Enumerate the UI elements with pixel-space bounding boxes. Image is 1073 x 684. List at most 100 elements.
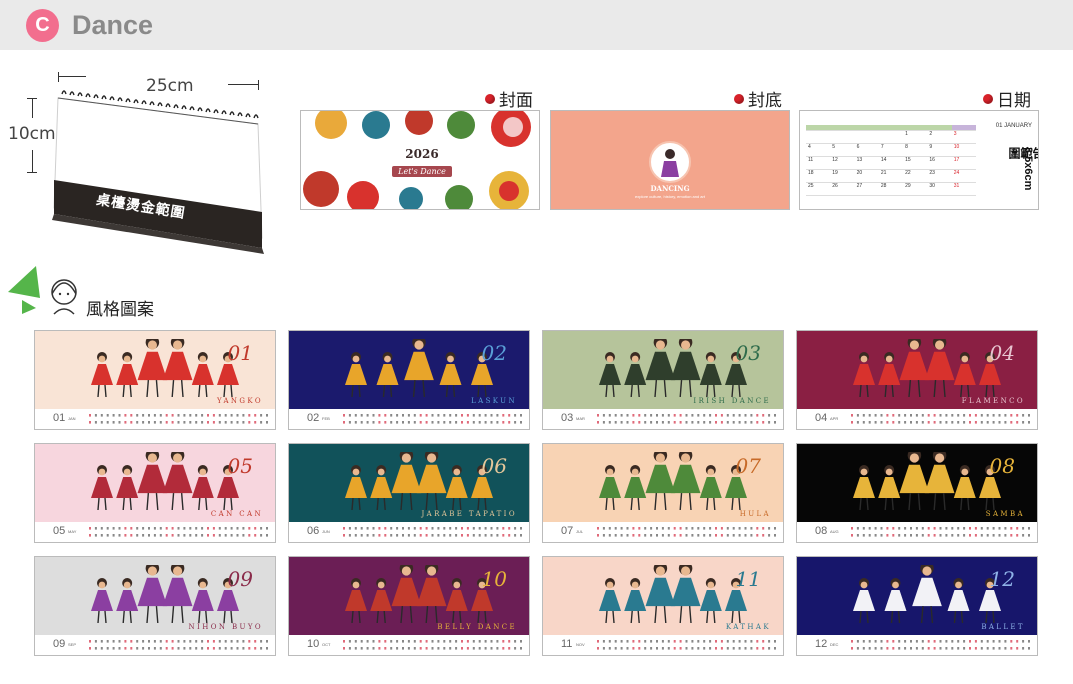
day-mark: [514, 640, 517, 643]
date-cell: [878, 130, 904, 144]
day-mark: [260, 421, 263, 424]
day-mark: [726, 527, 729, 530]
dancer-figure: [416, 452, 447, 511]
day-mark: [921, 640, 924, 643]
dancer-icon: [661, 149, 679, 177]
day-mark: [886, 527, 889, 530]
day-mark: [260, 647, 263, 650]
day-mark: [372, 527, 375, 530]
footer-month-number: 09: [53, 638, 66, 650]
dancer-figure: [416, 565, 447, 624]
day-mark: [372, 414, 375, 417]
day-mark: [597, 534, 599, 537]
day-mark: [201, 414, 204, 417]
day-mark: [514, 527, 517, 530]
day-mark: [1028, 640, 1030, 643]
day-mark: [384, 527, 387, 530]
day-mark: [626, 414, 629, 417]
day-mark: [602, 414, 605, 417]
day-mark: [142, 534, 145, 537]
day-mark: [94, 640, 97, 643]
day-mark: [159, 534, 162, 537]
day-mark: [248, 414, 251, 417]
day-mark: [124, 640, 127, 643]
day-mark: [514, 421, 517, 424]
day-mark: [496, 640, 499, 643]
day-mark: [945, 421, 948, 424]
day-mark: [921, 647, 924, 650]
day-mark: [608, 527, 611, 530]
day-mark: [679, 534, 682, 537]
day-mark: [750, 534, 753, 537]
day-mark: [650, 647, 653, 650]
dancer-figure: [191, 578, 214, 624]
day-mark: [969, 534, 971, 537]
day-mark: [437, 527, 440, 530]
day-mark: [484, 421, 487, 424]
day-mark: [372, 647, 375, 650]
day-mark: [691, 647, 694, 650]
day-mark: [945, 647, 948, 650]
day-mark: [856, 414, 859, 417]
day-mark: [242, 527, 245, 530]
day-mark: [130, 527, 133, 530]
date-cell: 1: [903, 130, 928, 144]
day-mark: [366, 421, 369, 424]
day-mark: [762, 647, 765, 650]
day-mark: [195, 421, 198, 424]
day-mark: [886, 534, 889, 537]
date-cell: [830, 130, 855, 144]
day-mark: [661, 414, 664, 417]
day-mark: [910, 421, 912, 424]
day-mark: [732, 534, 735, 537]
day-mark: [266, 640, 268, 643]
day-mark: [904, 527, 907, 530]
day-mark: [431, 647, 434, 650]
day-mark: [449, 647, 452, 650]
cover-tag: Let's Dance: [392, 166, 452, 177]
month-footer: 04 APR: [797, 409, 1037, 429]
day-mark: [171, 640, 174, 643]
day-mark: [201, 647, 204, 650]
day-mark: [626, 640, 629, 643]
day-mark: [449, 534, 452, 537]
day-mark: [697, 421, 700, 424]
day-mark: [455, 647, 458, 650]
date-cell: [806, 130, 831, 144]
day-mark: [673, 414, 676, 417]
day-mark: [620, 414, 623, 417]
month-art: 10 BELLY DANCE: [289, 557, 529, 635]
day-mark: [667, 527, 670, 530]
day-mark: [130, 421, 133, 424]
day-mark: [390, 647, 393, 650]
day-mark: [709, 414, 712, 417]
day-mark: [343, 414, 345, 417]
back-dancer-emblem: [649, 141, 691, 183]
dancer-figure: [116, 352, 139, 398]
dancer-figure: [878, 352, 901, 398]
day-mark: [1004, 414, 1007, 417]
day-mark: [118, 414, 121, 417]
day-mark: [980, 640, 983, 643]
day-mark: [148, 640, 150, 643]
cover-year: 2026: [405, 147, 439, 161]
day-mark: [419, 527, 422, 530]
day-mark: [880, 640, 883, 643]
day-mark: [396, 640, 399, 643]
day-mark: [201, 421, 204, 424]
day-mark: [94, 414, 97, 417]
day-mark: [343, 640, 345, 643]
footer-month-number: 06: [307, 525, 320, 537]
day-mark: [360, 647, 363, 650]
day-mark: [148, 414, 150, 417]
dancer-figure: [924, 339, 955, 398]
day-mark: [94, 647, 97, 650]
day-mark: [94, 534, 97, 537]
day-mark: [886, 647, 889, 650]
footer-month-number: 02: [307, 412, 320, 424]
day-mark: [726, 534, 729, 537]
day-mark: [118, 527, 121, 530]
day-mark: [915, 647, 918, 650]
month-cards: 01 YANGKO 01 JAN 02 LASKUN 02 FEB 03 IRISH DANCE 0…: [34, 330, 1040, 656]
day-mark: [774, 414, 776, 417]
